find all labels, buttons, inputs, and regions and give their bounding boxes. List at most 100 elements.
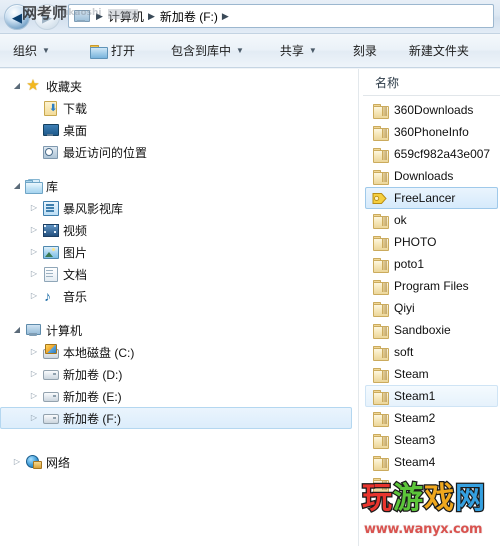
music-icon: ♪	[44, 288, 51, 304]
list-item[interactable]: 360Downloads	[365, 99, 498, 121]
list-item[interactable]: 360PhoneInfo	[365, 121, 498, 143]
library-icon	[25, 178, 43, 194]
back-button[interactable]: ◀	[4, 4, 30, 30]
list-item-label: FreeLancer	[394, 191, 456, 205]
drive-icon	[42, 388, 59, 404]
tree-item-computer-label: 计算机	[46, 323, 83, 338]
tree-item-pictures[interactable]: ▷ 图片	[0, 241, 358, 263]
back-arrow-icon: ◀	[12, 9, 22, 25]
list-item[interactable]: 659cf982a43e007	[365, 143, 498, 165]
tree-item-libraries[interactable]: ◢ 库	[0, 175, 358, 197]
tree-item-network-label: 网络	[46, 455, 71, 470]
computer-icon	[25, 322, 42, 338]
tree-item-music[interactable]: ▷ ♪ 音乐	[0, 285, 358, 307]
breadcrumb-bar[interactable]: ▶ 计算机 ▶ 新加卷 (F:) ▶	[68, 4, 494, 28]
breadcrumb-item-0[interactable]: 计算机	[108, 8, 144, 25]
toolbar-open[interactable]: 打开	[83, 38, 142, 64]
tree-item-drive-e[interactable]: ▷ 新加卷 (E:)	[0, 385, 358, 407]
list-item-label: soft	[394, 345, 414, 359]
tree-item-desktop[interactable]: 桌面	[0, 119, 358, 141]
breadcrumb-item-1[interactable]: 新加卷 (F:)	[160, 8, 218, 25]
list-item[interactable]: Steam3	[365, 429, 498, 451]
expander-collapsed-icon[interactable]: ▷	[26, 204, 42, 212]
tree-item-recent-places[interactable]: 最近访问的位置	[0, 141, 358, 163]
expander-collapsed-icon[interactable]: ▷	[26, 226, 42, 234]
list-item[interactable]: Steam	[365, 363, 498, 385]
list-item[interactable]: Program Files	[365, 275, 498, 297]
tree-item-drive-d[interactable]: ▷ 新加卷 (D:)	[0, 363, 358, 385]
list-item[interactable]: ok	[365, 209, 498, 231]
tag-folder-icon	[372, 191, 389, 206]
list-item[interactable]: poto1	[365, 253, 498, 275]
tree-item-documents-label: 文档	[63, 267, 88, 282]
tree-item-documents[interactable]: ▷ 文档	[0, 263, 358, 285]
tree-item-videos[interactable]: ▷ 视频	[0, 219, 358, 241]
chevron-down-icon: ▼	[42, 45, 50, 55]
file-list-pane: 名称 360Downloads 360PhoneInfo 659cf982a43…	[363, 69, 500, 546]
expander-collapsed-icon[interactable]: ▷	[26, 270, 42, 278]
list-item[interactable]: Steam2	[365, 407, 498, 429]
breadcrumb-separator-0[interactable]: ▶	[96, 11, 103, 21]
list-item-label: 360PhoneInfo	[394, 125, 469, 139]
tree-item-computer[interactable]: ◢ 计算机	[0, 319, 358, 341]
expander-collapsed-icon[interactable]: ▷	[26, 414, 42, 422]
expander-open-icon[interactable]: ◢	[9, 82, 25, 90]
list-item[interactable]	[365, 473, 498, 495]
list-item-label: 360Downloads	[394, 103, 474, 117]
tree-item-baofeng-library-label: 暴风影视库	[63, 201, 124, 216]
star-icon: ★	[26, 77, 40, 94]
list-item[interactable]: Steam4	[365, 451, 498, 473]
toolbar-include-in-library[interactable]: 包含到库中 ▼	[164, 38, 251, 64]
list-item-label: ok	[394, 213, 407, 227]
folder-icon	[372, 345, 389, 361]
tree-item-favorites[interactable]: ◢ ★ 收藏夹	[0, 75, 358, 97]
list-item[interactable]: Sandboxie	[365, 319, 498, 341]
expander-collapsed-icon[interactable]: ▷	[26, 370, 42, 378]
forward-button[interactable]: ▶	[34, 4, 60, 30]
column-header-name[interactable]: 名称	[375, 74, 399, 91]
tree-item-drive-f[interactable]: ▷ 新加卷 (F:)	[0, 407, 352, 429]
list-item[interactable]: PHOTO	[365, 231, 498, 253]
folder-icon	[372, 301, 389, 317]
tree-item-baofeng-library[interactable]: ▷ 暴风影视库	[0, 197, 358, 219]
expander-collapsed-icon[interactable]: ▷	[26, 292, 42, 300]
expander-collapsed-icon[interactable]: ▷	[9, 458, 25, 466]
toolbar-organize[interactable]: 组织 ▼	[6, 38, 57, 64]
tree-item-network[interactable]: ▷ 网络	[0, 451, 358, 473]
list-item[interactable]: Qiyi	[365, 297, 498, 319]
folder-icon	[372, 103, 389, 119]
tree-item-drive-c-label: 本地磁盘 (C:)	[63, 345, 135, 360]
toolbar-share-label: 共享	[279, 44, 304, 58]
expander-collapsed-icon[interactable]: ▷	[26, 248, 42, 256]
expander-collapsed-icon[interactable]: ▷	[26, 348, 42, 356]
list-item-selected[interactable]: FreeLancer	[365, 187, 498, 209]
tree-item-favorites-label: 收藏夹	[46, 79, 83, 94]
folder-tree: ◢ ★ 收藏夹 ⬇ 下载 桌面 最近访问的位置 ◢ 库 ▷ 暴风影视库 ▷ 视频…	[0, 69, 358, 473]
chevron-down-icon: ▼	[235, 45, 244, 55]
open-folder-icon	[89, 44, 108, 59]
toolbar-open-label: 打开	[110, 44, 135, 58]
tree-item-desktop-label: 桌面	[63, 123, 88, 138]
expander-open-icon[interactable]: ◢	[9, 182, 25, 190]
breadcrumb-separator-1[interactable]: ▶	[148, 11, 155, 21]
list-item[interactable]: soft	[365, 341, 498, 363]
list-item-hovered[interactable]: Steam1	[365, 385, 498, 407]
tree-item-drive-e-label: 新加卷 (E:)	[63, 389, 122, 404]
address-bar: ◀ ▶ ▶ 计算机 ▶ 新加卷 (F:) ▶ 网考师 ukaoshi	[0, 0, 500, 34]
toolbar-new-folder[interactable]: 新建文件夹	[402, 38, 476, 64]
tree-item-drive-d-label: 新加卷 (D:)	[63, 367, 123, 382]
breadcrumb-separator-2[interactable]: ▶	[222, 11, 229, 21]
list-item[interactable]: Downloads	[365, 165, 498, 187]
toolbar-share[interactable]: 共享 ▼	[273, 38, 324, 64]
toolbar-burn[interactable]: 刻录	[346, 38, 384, 64]
list-item-label: Steam2	[394, 411, 436, 425]
folder-icon	[372, 389, 389, 405]
tree-item-downloads[interactable]: ⬇ 下载	[0, 97, 358, 119]
expander-open-icon[interactable]: ◢	[9, 326, 25, 334]
expander-collapsed-icon[interactable]: ▷	[26, 392, 42, 400]
tree-group-gap	[0, 307, 358, 319]
folder-icon	[372, 169, 389, 185]
tree-item-music-label: 音乐	[63, 289, 88, 304]
forward-arrow-icon: ▶	[42, 9, 52, 25]
tree-item-drive-c[interactable]: ▷ 本地磁盘 (C:)	[0, 341, 358, 363]
